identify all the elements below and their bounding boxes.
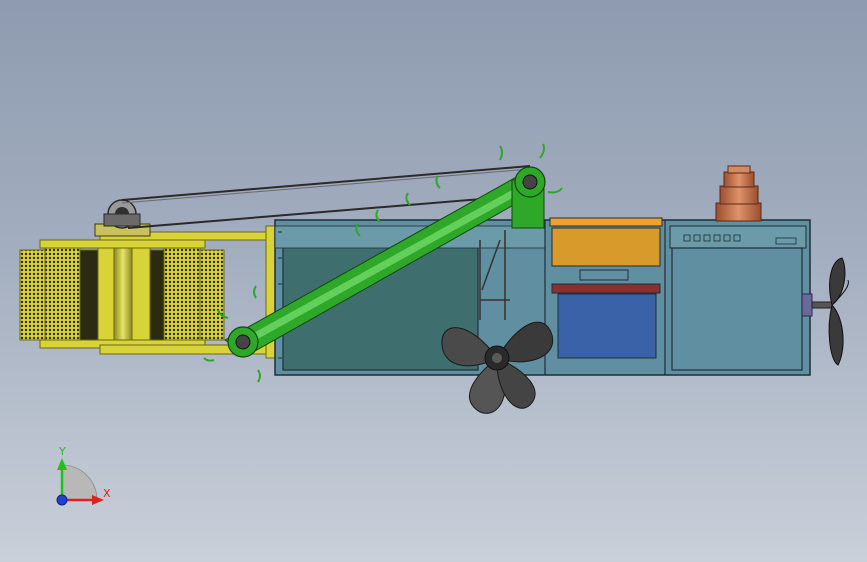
engine-compartment [549, 217, 663, 359]
harvester-boat-model: Y X [19, 143, 849, 506]
exhaust-stack [715, 165, 762, 222]
battery-box [557, 293, 657, 359]
x-axis-label: X [103, 487, 111, 500]
cad-viewport[interactable]: Y X [0, 0, 867, 562]
z-axis-dot [56, 494, 68, 506]
axis-triad: Y X [56, 445, 111, 506]
rear-tank [671, 247, 803, 371]
mesh-cage-left [19, 249, 46, 341]
control-compartment [669, 165, 807, 371]
y-axis-label: Y [58, 445, 66, 458]
orange-cover [549, 217, 663, 227]
fuel-tank [551, 227, 661, 267]
bearing-block [94, 199, 151, 237]
mesh-cage-right [163, 246, 201, 344]
red-bar [551, 283, 661, 294]
mesh-cage-left-inner [44, 246, 81, 344]
